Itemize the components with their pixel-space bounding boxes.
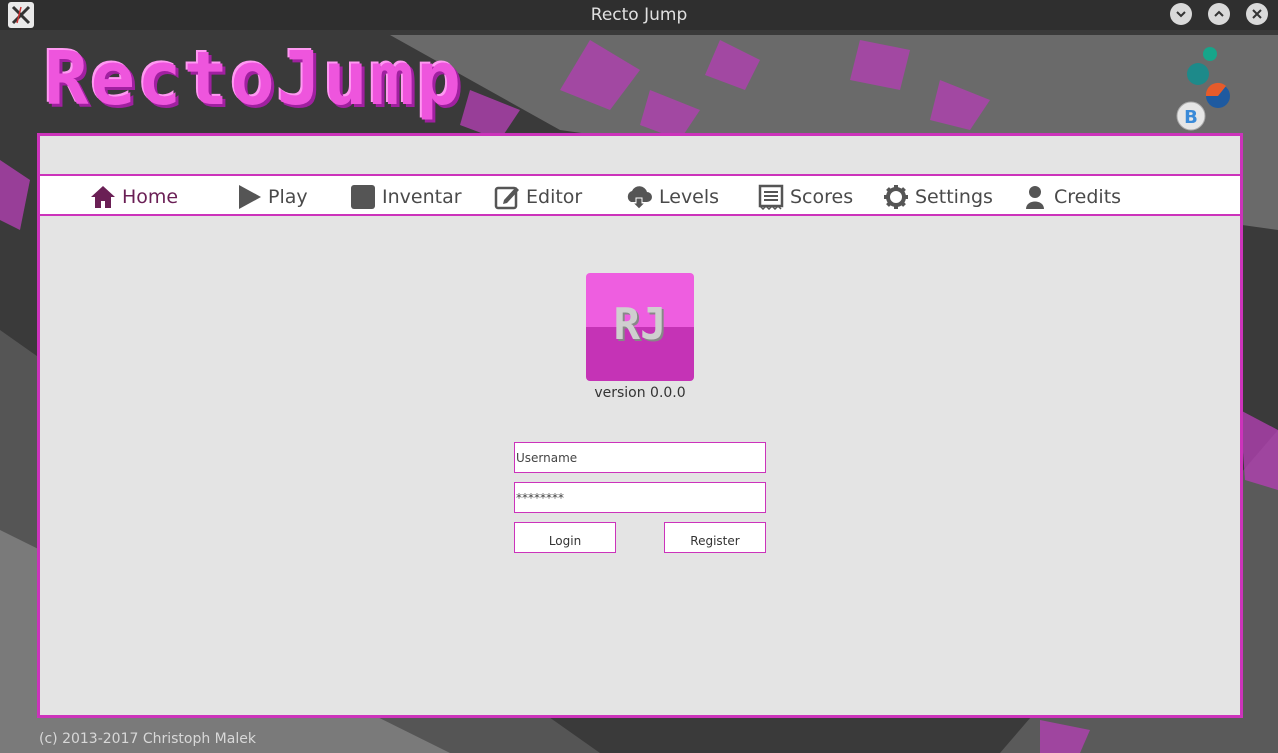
password-input[interactable] [514,482,766,513]
square-icon [351,185,375,209]
version-label: version 0.0.0 [594,385,686,401]
window-title: Recto Jump [590,5,688,25]
nav-label-scores: Scores [790,186,854,208]
home-icon [91,186,115,208]
nav-label-home: Home [122,186,179,208]
nav-item-credits[interactable]: Credits [1022,182,1121,212]
play-icon [239,185,261,209]
close-icon [1252,9,1262,19]
maximize-button[interactable] [1208,3,1230,25]
nav-label-levels: Levels [659,186,720,208]
nav-item-inventar[interactable]: Inventar [350,182,462,212]
nav-item-play[interactable]: Play [236,182,308,212]
nav-item-home[interactable]: Home [90,182,178,212]
app-logo-text: RJ [613,299,667,350]
nav-label-inventar: Inventar [382,186,462,208]
edit-icon [494,186,519,210]
rectojump-logo: RectoJump [44,36,463,122]
nav-item-settings[interactable]: Settings [883,182,993,212]
title-bar: Recto Jump [0,0,1278,30]
user-icon [1026,186,1044,209]
minimize-button[interactable] [1170,3,1192,25]
nav-label-play: Play [268,186,308,208]
app-logo: RJ [586,273,694,381]
cloud-download-icon [627,186,652,210]
register-button[interactable]: Register [664,522,766,553]
list-icon [758,184,784,210]
nav-item-editor[interactable]: Editor [494,182,582,212]
close-button[interactable] [1246,3,1268,25]
nav-label-editor: Editor [526,186,583,208]
nav-bar: Home Play Inventar Editor Levels Scores … [40,174,1240,216]
nav-label-credits: Credits [1054,186,1122,208]
main-panel: Home Play Inventar Editor Levels Scores … [37,133,1243,718]
nav-item-levels[interactable]: Levels [625,182,719,212]
copyright-footer: (c) 2013-2017 Christoph Malek [39,731,256,747]
username-input[interactable] [514,442,766,473]
chevron-up-icon [1214,10,1224,17]
gear-icon [884,185,908,209]
nav-label-settings: Settings [915,186,993,208]
chevron-down-icon [1176,11,1186,18]
b-badge-icon: B [1176,46,1236,132]
badge-letter: B [1184,107,1198,128]
nav-item-scores[interactable]: Scores [758,182,853,212]
login-button[interactable]: Login [514,522,616,553]
